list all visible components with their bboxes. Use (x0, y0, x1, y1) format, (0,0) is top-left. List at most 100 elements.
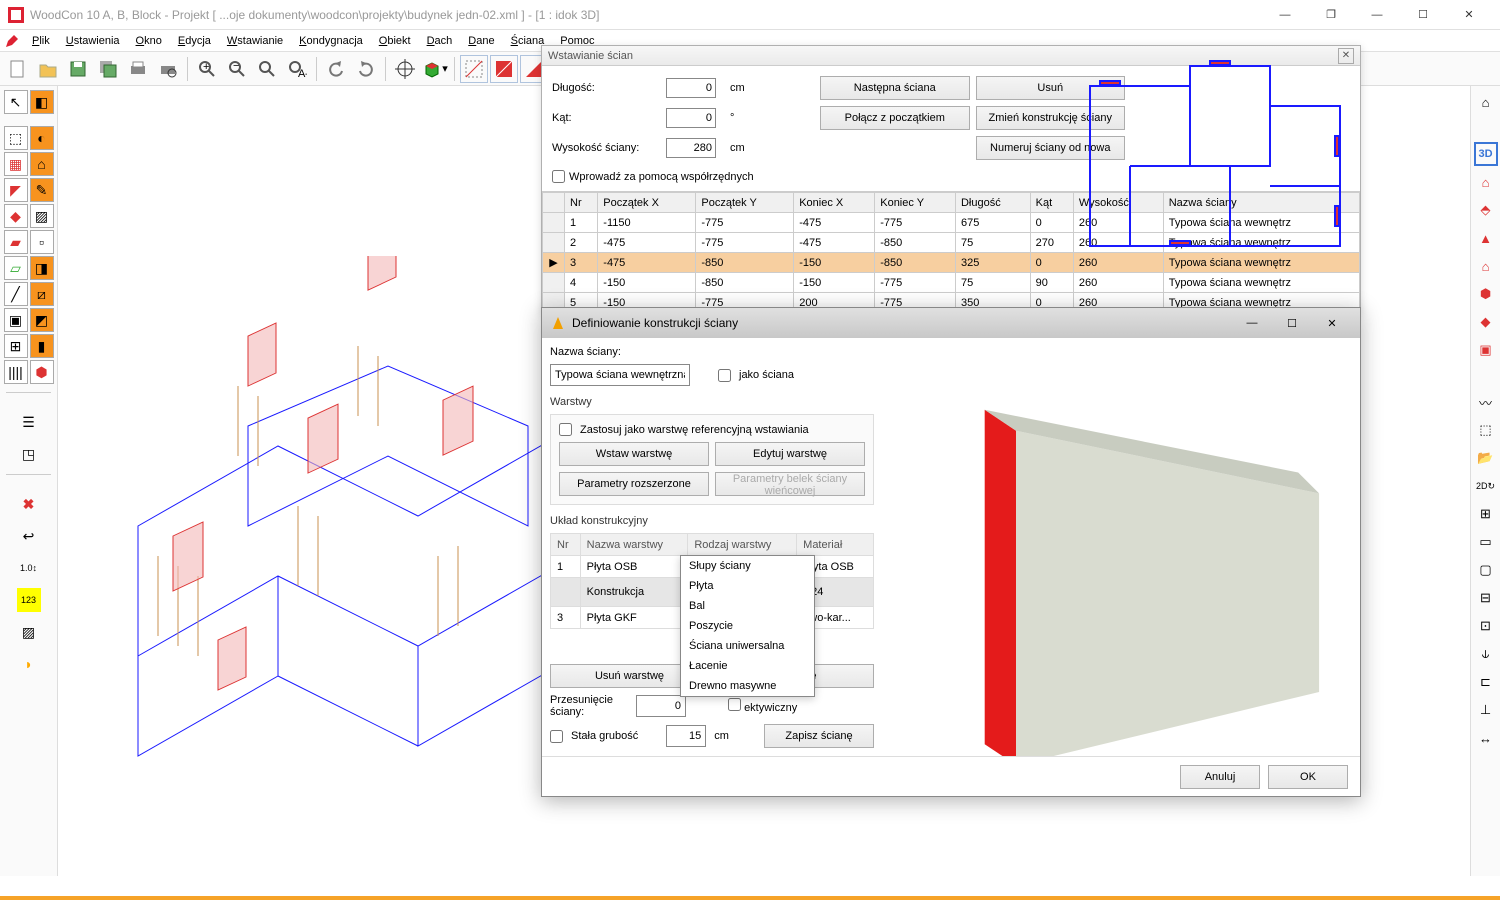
rt-btn-7[interactable]: ▣ (1474, 338, 1498, 362)
menu-edycja[interactable]: Edycja (170, 33, 219, 49)
mdi-restore-button[interactable]: ❐ (1308, 0, 1354, 30)
join-start-button[interactable]: Połącz z początkiem (820, 106, 970, 130)
thickness-input[interactable] (666, 725, 706, 747)
view-toggle-1[interactable] (460, 55, 488, 83)
tool-a9[interactable]: ⊞ (4, 334, 28, 358)
cube-view-button[interactable]: ▾ (421, 55, 449, 83)
dropdown-option[interactable]: Słupy ściany (681, 556, 814, 576)
dropdown-option[interactable]: Drewno masywne (681, 676, 814, 696)
dlg-maximize-button[interactable]: ☐ (1272, 309, 1312, 337)
coord-checkbox[interactable] (552, 170, 565, 183)
tool-a8[interactable]: ▣ (4, 308, 28, 332)
tool-single-7[interactable]: ◗ (17, 652, 41, 676)
wall-col-header[interactable]: Początek X (598, 193, 696, 213)
rt-btn-g2[interactable]: ▭ (1474, 530, 1498, 554)
rt-btn-g5[interactable]: ⊡ (1474, 614, 1498, 638)
wall-name-input[interactable] (550, 364, 690, 386)
rt-btn-curve[interactable]: 〰 (1474, 390, 1498, 414)
maximize-button[interactable]: ☐ (1400, 0, 1446, 30)
tool-a5[interactable]: ▰ (4, 230, 28, 254)
tool-single-3[interactable]: ↩ (17, 524, 41, 548)
menu-dane[interactable]: Dane (460, 33, 502, 49)
rt-btn-g9[interactable]: ↔ (1474, 726, 1498, 750)
menu-obiekt[interactable]: Obiekt (371, 33, 419, 49)
rt-btn-6[interactable]: ◆ (1474, 310, 1498, 334)
rt-btn-5[interactable]: ⬢ (1474, 282, 1498, 306)
edit-layer-button[interactable]: Edytuj warstwę (715, 442, 865, 466)
wall-col-header[interactable]: Kąt (1030, 193, 1073, 213)
tool-single-6[interactable]: ▨ (17, 620, 41, 644)
delete-tool[interactable]: ✖ (17, 492, 41, 516)
dropdown-option[interactable]: Poszycie (681, 616, 814, 636)
length-input[interactable] (666, 78, 716, 98)
tool-a1[interactable]: ⬚ (4, 126, 28, 150)
save-all-button[interactable] (94, 55, 122, 83)
close-button[interactable]: ✕ (1446, 0, 1492, 30)
ext-params-button[interactable]: Parametry rozszerzone (559, 472, 709, 496)
wall-col-header[interactable]: Koniec X (794, 193, 875, 213)
layer-type-dropdown[interactable]: Słupy ścianyPłytaBalPoszycieŚciana uniwe… (680, 555, 815, 697)
mdi-minimize-button[interactable]: — (1262, 0, 1308, 30)
tool-b4[interactable]: ✎ (30, 178, 54, 202)
tool-b2[interactable]: ◐ (30, 126, 54, 150)
rt-btn-1[interactable]: ⌂ (1474, 170, 1498, 194)
tool-b5[interactable]: ▨ (30, 204, 54, 228)
tool-single-4[interactable]: 1.0↕ (17, 556, 41, 580)
tool-b6[interactable]: ▫ (30, 230, 54, 254)
print-button[interactable] (124, 55, 152, 83)
minimize-button[interactable]: — (1354, 0, 1400, 30)
rt-btn-g3[interactable]: ▢ (1474, 558, 1498, 582)
view-3d-button[interactable]: 3D (1474, 142, 1498, 166)
tool-b11[interactable]: ⬢ (30, 360, 54, 384)
menu-dach[interactable]: Dach (419, 33, 461, 49)
rt-btn-g6[interactable]: ⫝ (1474, 642, 1498, 666)
wall-col-header[interactable] (543, 193, 565, 213)
menu-ustawienia[interactable]: Ustawienia (58, 33, 128, 49)
save-button[interactable] (64, 55, 92, 83)
tool-a2[interactable]: ▦ (4, 152, 28, 176)
as-wall-checkbox[interactable] (718, 369, 731, 382)
menu-okno[interactable]: Okno (128, 33, 170, 49)
rt-btn-select[interactable]: ⬚ (1474, 418, 1498, 442)
tool-single-2[interactable]: ◳ (17, 442, 41, 466)
tool-b10[interactable]: ▮ (30, 334, 54, 358)
perspective-checkbox[interactable] (728, 698, 741, 711)
wall-col-header[interactable]: Koniec Y (875, 193, 956, 213)
undo-button[interactable] (322, 55, 350, 83)
tool-b8[interactable]: ⧄ (30, 282, 54, 306)
new-file-button[interactable] (4, 55, 32, 83)
tool-a4[interactable]: ◆ (4, 204, 28, 228)
print-preview-button[interactable] (154, 55, 182, 83)
cancel-button[interactable]: Anuluj (1180, 765, 1260, 789)
wall-col-header[interactable]: Początek Y (696, 193, 794, 213)
rt-btn-3[interactable]: ▲ (1474, 226, 1498, 250)
menu-plik[interactable]: Plik (24, 33, 58, 49)
redo-button[interactable] (352, 55, 380, 83)
zoom-scale-button[interactable]: A–Ω (283, 55, 311, 83)
cursor-tool[interactable]: ↖ (4, 90, 28, 114)
offset-input[interactable] (636, 695, 686, 717)
zoom-fit-button[interactable] (253, 55, 281, 83)
dropdown-option[interactable]: Łacenie (681, 656, 814, 676)
save-wall-button[interactable]: Zapisz ścianę (764, 724, 874, 748)
tool-single-1[interactable]: ☰ (17, 410, 41, 434)
rt-btn-2d[interactable]: 2D↻ (1474, 474, 1498, 498)
rt-home-icon[interactable]: ⌂ (1474, 90, 1498, 114)
rt-btn-g7[interactable]: ⊏ (1474, 670, 1498, 694)
menu-wstawianie[interactable]: Wstawianie (219, 33, 291, 49)
menu-kondygnacja[interactable]: Kondygnacja (291, 33, 371, 49)
tool-a7[interactable]: ╱ (4, 282, 28, 306)
rt-btn-4[interactable]: ⌂ (1474, 254, 1498, 278)
tool-single-5[interactable]: 123 (17, 588, 41, 612)
tool-a10[interactable]: |||| (4, 360, 28, 384)
next-wall-button[interactable]: Następna ściana (820, 76, 970, 100)
wall-col-header[interactable]: Nr (565, 193, 598, 213)
rt-btn-2[interactable]: ⬘ (1474, 198, 1498, 222)
insert-layer-button[interactable]: Wstaw warstwę (559, 442, 709, 466)
ref-layer-checkbox[interactable] (559, 423, 572, 436)
dropdown-option[interactable]: Płyta (681, 576, 814, 596)
tool-b9[interactable]: ◩ (30, 308, 54, 332)
zoom-in-button[interactable]: + (193, 55, 221, 83)
tool-b3[interactable]: ⌂ (30, 152, 54, 176)
ok-button[interactable]: OK (1268, 765, 1348, 789)
